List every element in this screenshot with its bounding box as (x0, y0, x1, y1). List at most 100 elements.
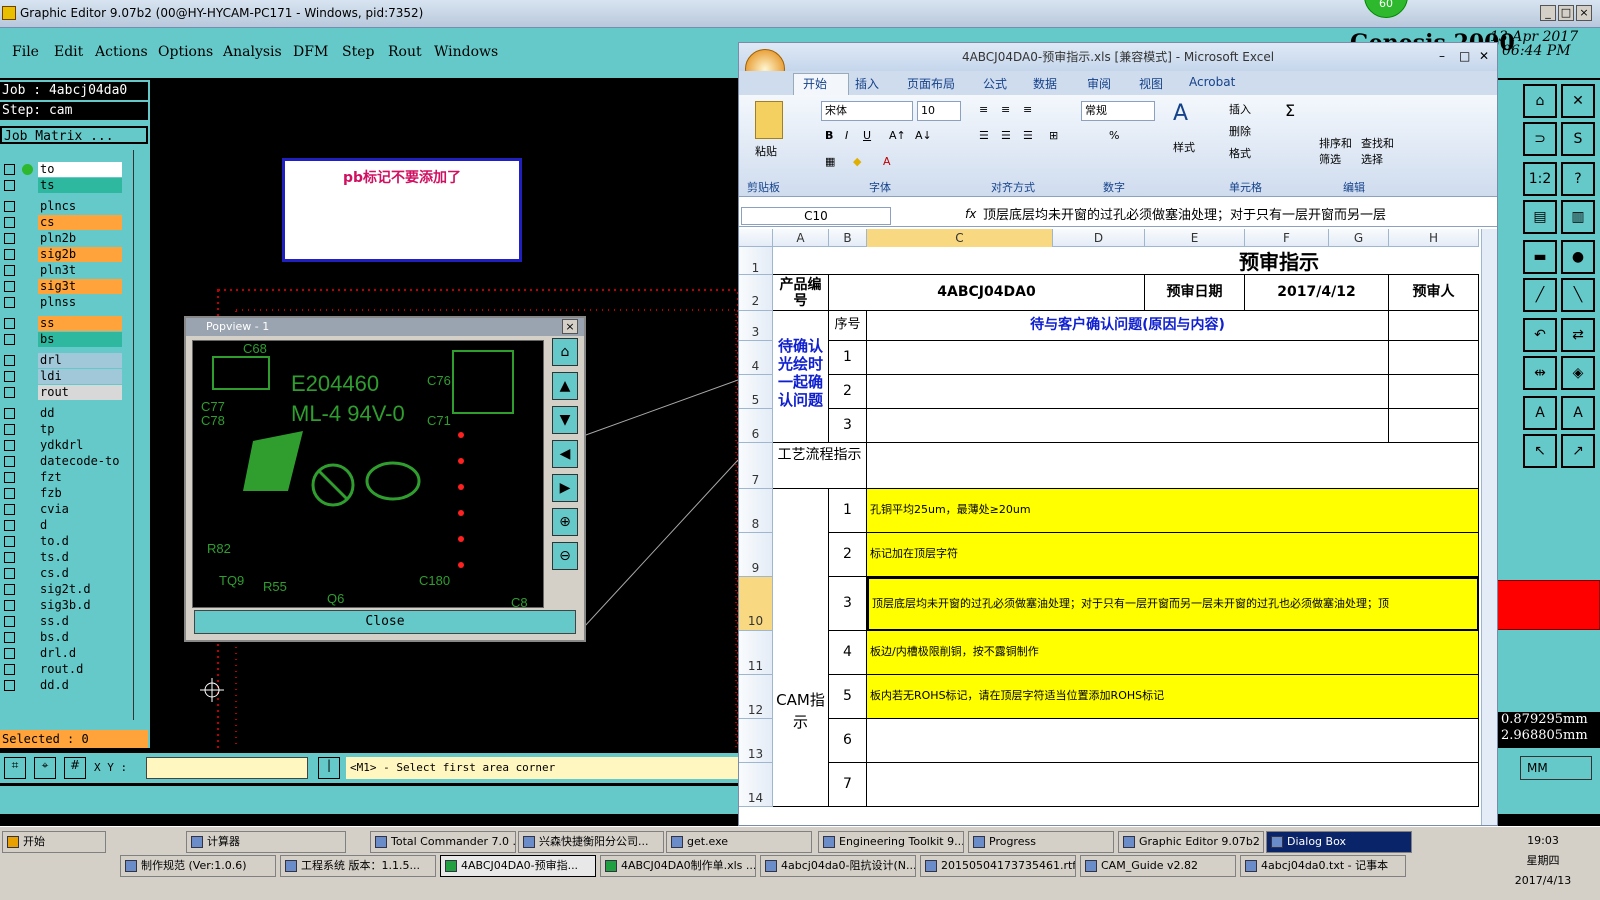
units-select[interactable]: MM (1520, 756, 1592, 780)
layer-row-drl[interactable]: drl (2, 353, 122, 368)
layer-checkbox[interactable] (4, 600, 15, 611)
tab-formulas[interactable]: 公式 (983, 75, 1007, 92)
layer-checkbox[interactable] (4, 440, 15, 451)
layer-checkbox[interactable] (4, 334, 15, 345)
zoom-out-icon[interactable]: ⊖ (552, 542, 578, 570)
ruler-icon[interactable]: ▬ (1523, 240, 1557, 274)
pan-left-icon[interactable]: ◀ (552, 440, 578, 468)
layer-row-ydkdrl[interactable]: ydkdrl (2, 438, 122, 453)
tab-view[interactable]: 视图 (1139, 75, 1163, 92)
layer-checkbox[interactable] (4, 408, 15, 419)
layer-compare2-icon[interactable]: ▥ (1561, 200, 1595, 234)
cam-seq[interactable]: 2 (829, 533, 867, 577)
arc2-icon[interactable]: A (1561, 396, 1595, 430)
xy-input[interactable] (146, 757, 308, 779)
layer-name[interactable]: ss.d (38, 614, 122, 629)
layer-row-sig2t.d[interactable]: sig2t.d (2, 582, 122, 597)
font-grow-icon[interactable]: A↑ (889, 129, 906, 142)
sheet-title[interactable]: 预审指示 (773, 247, 1479, 275)
layer-row-rout[interactable]: rout (2, 385, 122, 400)
job-matrix-button[interactable]: Job Matrix ... (0, 126, 148, 144)
layer-checkbox[interactable] (4, 265, 15, 276)
layer-name[interactable]: sig2b (38, 247, 122, 262)
layer-checkbox[interactable] (4, 424, 15, 435)
align-right-icon[interactable]: ☰ (1023, 129, 1033, 142)
arc-icon[interactable]: A (1523, 396, 1557, 430)
sheet-cell[interactable] (867, 375, 1389, 409)
percent-icon[interactable]: % (1109, 129, 1119, 142)
cursor-icon[interactable]: ↖ (1523, 434, 1557, 468)
pad-icon[interactable]: ● (1561, 240, 1595, 274)
cam-seq[interactable]: 3 (829, 577, 867, 631)
select-all-corner[interactable] (739, 229, 773, 247)
sheet-cell[interactable] (867, 443, 1479, 489)
pan-down-icon[interactable]: ▼ (552, 406, 578, 434)
taskbar-item[interactable]: Engineering Toolkit 9.... (818, 831, 964, 853)
menu-analysis[interactable]: Analysis (223, 44, 282, 60)
cam-instruction-selected[interactable]: 顶层底层均未开窗的过孔必须做塞油处理；对于只有一层开窗而另一层未开窗的过孔也必须… (867, 577, 1479, 631)
layer-scrollbar[interactable] (133, 150, 147, 720)
cam-instruction[interactable]: 孔铜平均25um，最薄处≥20um (867, 489, 1479, 533)
menu-options[interactable]: Options (158, 44, 213, 60)
layer-row-sig2b[interactable]: sig2b (2, 247, 122, 262)
layer-name[interactable]: ts (38, 178, 122, 193)
col-e[interactable]: E (1145, 229, 1245, 247)
layer-checkbox[interactable] (4, 536, 15, 547)
menu-windows[interactable]: Windows (434, 44, 498, 60)
italic-button[interactable]: I (845, 129, 848, 142)
sheet-cell[interactable] (1389, 409, 1479, 443)
grid-icon[interactable]: # (64, 757, 86, 779)
cam-instruction[interactable]: 板内若无ROHS标记，请在顶层字符适当位置添加ROHS标记 (867, 675, 1479, 719)
layer-name[interactable]: sig2t.d (38, 582, 122, 597)
zoom-home-icon[interactable]: ⌂ (552, 338, 578, 366)
layer-row-datecode-to[interactable]: datecode-to (2, 454, 122, 469)
layer-checkbox[interactable] (4, 281, 15, 292)
layer-name[interactable]: fzt (38, 470, 122, 485)
taskbar-item[interactable]: 工程系统 版本：1.1.5... (280, 855, 436, 877)
sheet-cell[interactable] (1389, 311, 1479, 341)
product-value[interactable]: 4ABCJ04DA0 (829, 275, 1145, 311)
maximize-button[interactable]: □ (1558, 5, 1574, 21)
layer-checkbox[interactable] (4, 680, 15, 691)
style-icon[interactable]: A (1173, 101, 1188, 126)
taskbar-item[interactable]: Progress (968, 831, 1114, 853)
popview-close-icon[interactable]: × (562, 319, 578, 334)
col-b[interactable]: B (829, 229, 867, 247)
cam-instruction[interactable] (867, 719, 1479, 763)
measure-box-icon[interactable]: ⇹ (1523, 356, 1557, 390)
layer-name[interactable]: d (38, 518, 122, 533)
align-middle-icon[interactable]: ≡ (1001, 103, 1010, 116)
taskbar-item-excel[interactable]: 4ABCJ04DA0-预审指... (440, 855, 596, 877)
layer-row-fzb[interactable]: fzb (2, 486, 122, 501)
taskbar-item[interactable]: 4abcj04da0-阻抗设计(N... (760, 855, 916, 877)
layer-checkbox[interactable] (4, 616, 15, 627)
menu-edit[interactable]: Edit (54, 44, 83, 60)
layer-row-drl.d[interactable]: drl.d (2, 646, 122, 661)
row-header[interactable]: 12 (739, 675, 773, 719)
layer-row-ss[interactable]: ss (2, 316, 122, 331)
confirm-seq[interactable]: 2 (829, 375, 867, 409)
clear-icon[interactable]: ✕ (1561, 84, 1595, 118)
layer-checkbox[interactable] (4, 664, 15, 675)
taskbar-item[interactable]: 4abcj04da0.txt - 记事本 (1240, 855, 1406, 877)
taskbar-item[interactable]: CAM_Guide v2.82 (1080, 855, 1236, 877)
layer-name[interactable]: dd.d (38, 678, 122, 693)
taskbar-item-active[interactable]: Dialog Box (1266, 831, 1412, 853)
align-top-icon[interactable]: ≡ (979, 103, 988, 116)
taskbar-item[interactable]: 计算器 (186, 831, 346, 853)
row-header[interactable]: 5 (739, 375, 773, 409)
excel-close-button[interactable]: ✕ (1479, 49, 1489, 63)
layer-row-plncs[interactable]: plncs (2, 199, 122, 214)
layer-checkbox[interactable] (4, 632, 15, 643)
layer-name[interactable]: pln2b (38, 231, 122, 246)
layer-row-rout.d[interactable]: rout.d (2, 662, 122, 677)
row-header[interactable]: 7 (739, 443, 773, 489)
layer-name[interactable]: datecode-to (38, 454, 122, 469)
undo-icon[interactable]: ↶ (1523, 318, 1557, 352)
review-date-label[interactable]: 预审日期 (1145, 275, 1245, 311)
layer-checkbox[interactable] (4, 456, 15, 467)
layer-row-to.d[interactable]: to.d (2, 534, 122, 549)
cam-seq[interactable]: 4 (829, 631, 867, 675)
taskbar-item[interactable]: Graphic Editor 9.07b2 ... (1118, 831, 1264, 853)
layer-name[interactable]: ts.d (38, 550, 122, 565)
